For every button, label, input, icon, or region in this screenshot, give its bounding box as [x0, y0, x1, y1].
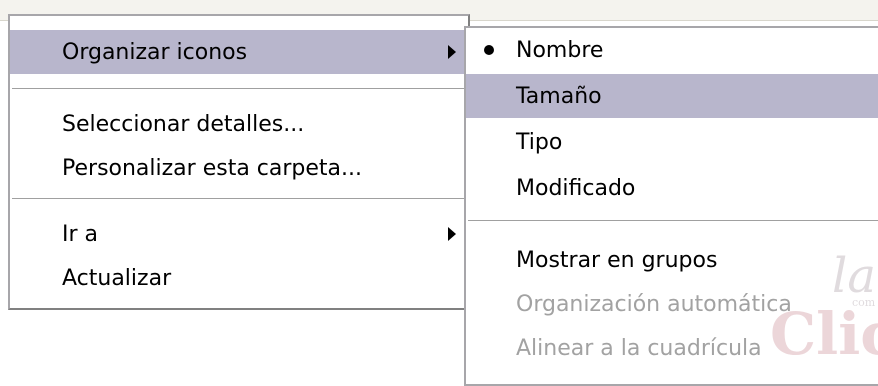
submenu-item-label: Nombre	[516, 37, 604, 63]
submenu-item-label: Modificado	[516, 175, 636, 201]
menu-item-actualizar[interactable]: Actualizar	[10, 256, 468, 300]
menu-item-label: Personalizar esta carpeta...	[62, 155, 363, 181]
submenu-item-label: Organización automática	[516, 291, 792, 317]
menu-item-label: Ir a	[62, 221, 99, 247]
submenu-separator	[468, 220, 878, 222]
radio-bullet-icon	[484, 45, 494, 55]
submenu-organizar-iconos: Nombre Tamaño Tipo Modificado Mostrar en…	[464, 26, 878, 386]
submenu-item-tamano[interactable]: Tamaño	[466, 74, 878, 118]
submenu-item-alinear-cuadricula: Alinear a la cuadrícula	[466, 326, 878, 370]
menu-item-seleccionar-detalles[interactable]: Seleccionar detalles...	[10, 102, 468, 146]
submenu-item-label: Tipo	[516, 129, 563, 155]
menu-item-label: Seleccionar detalles...	[62, 111, 305, 137]
menu-item-label: Actualizar	[62, 265, 172, 291]
submenu-item-label: Alinear a la cuadrícula	[516, 335, 762, 361]
menu-separator	[12, 198, 466, 200]
submenu-item-nombre[interactable]: Nombre	[466, 28, 878, 72]
menu-item-organizar-iconos[interactable]: Organizar iconos	[10, 30, 468, 74]
submenu-item-label: Mostrar en grupos	[516, 247, 718, 273]
submenu-item-organizacion-automatica: Organización automática	[466, 282, 878, 326]
context-menu: Organizar iconos Seleccionar detalles...…	[8, 14, 470, 310]
submenu-arrow-icon	[448, 45, 456, 59]
submenu-arrow-icon	[448, 227, 456, 241]
submenu-item-modificado[interactable]: Modificado	[466, 166, 878, 210]
menu-item-personalizar-carpeta[interactable]: Personalizar esta carpeta...	[10, 146, 468, 190]
menu-separator	[12, 88, 466, 90]
submenu-item-tipo[interactable]: Tipo	[466, 120, 878, 164]
submenu-item-mostrar-en-grupos[interactable]: Mostrar en grupos	[466, 238, 878, 282]
menu-item-ir-a[interactable]: Ir a	[10, 212, 468, 256]
submenu-item-label: Tamaño	[516, 83, 602, 109]
menu-item-label: Organizar iconos	[62, 39, 248, 65]
